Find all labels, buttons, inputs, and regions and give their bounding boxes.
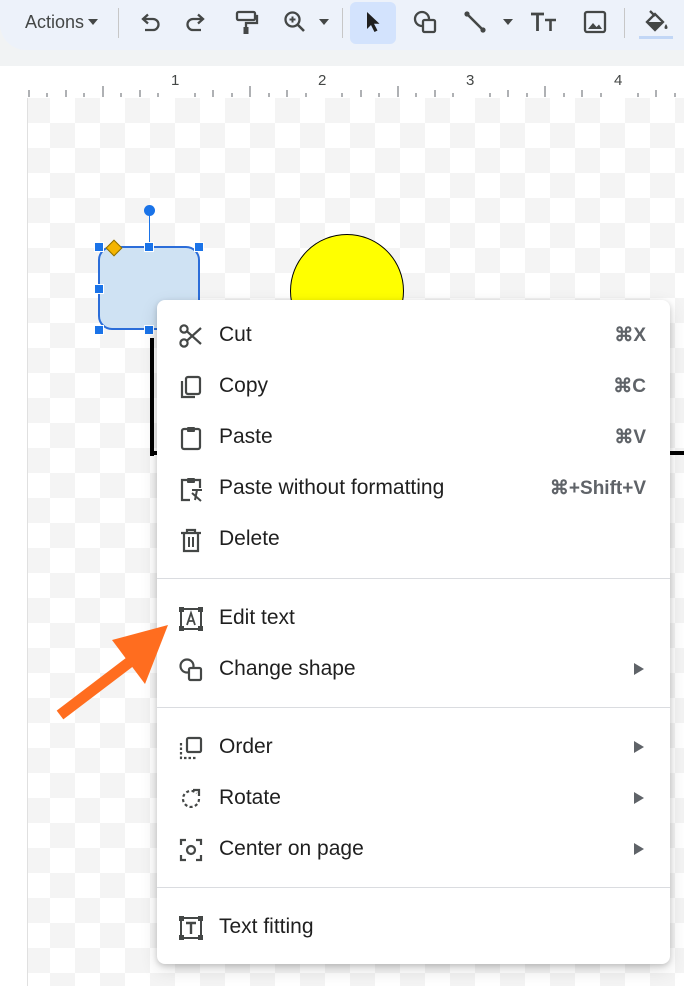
menu-item-label: Copy — [219, 374, 269, 397]
shortcut-label: ⌘X — [614, 325, 646, 346]
menu-item-label: Paste — [219, 425, 273, 448]
menu-item-cut[interactable]: Cut ⌘X — [157, 310, 670, 361]
undo-icon — [141, 13, 160, 32]
actions-label: Actions — [24, 11, 85, 32]
menu-item-label: Cut — [219, 323, 252, 346]
menu-divider — [157, 707, 670, 708]
center-icon — [179, 838, 203, 862]
toolbar: Actions — [0, 0, 684, 50]
select-tool-button[interactable] — [358, 0, 388, 44]
menu-item-text-fitting[interactable]: Text fitting — [157, 902, 670, 953]
text-box-icon — [531, 12, 556, 31]
undo-button[interactable] — [134, 0, 164, 44]
menu-item-center-on-page[interactable]: Center on page — [157, 824, 670, 875]
zoom-button[interactable] — [280, 0, 310, 44]
resize-handle-top-right[interactable] — [194, 242, 204, 252]
paint-format-button[interactable] — [231, 0, 261, 44]
toolbar-divider — [624, 8, 625, 38]
resize-handle-top[interactable] — [144, 242, 154, 252]
line-dropdown[interactable] — [500, 0, 516, 44]
context-menu: Cut ⌘X Copy ⌘C Paste ⌘V Paste without fo… — [157, 300, 670, 964]
zoom-dropdown[interactable] — [316, 0, 332, 44]
canvas-left-margin — [0, 98, 28, 986]
ruler-number: 1 — [171, 72, 180, 89]
clipboard-icon — [180, 427, 202, 451]
menu-item-label: Change shape — [219, 657, 356, 680]
shape-icon — [413, 10, 437, 34]
text-fitting-icon — [179, 916, 203, 940]
menu-item-change-shape[interactable]: Change shape — [157, 644, 670, 695]
shape-tool-button[interactable] — [410, 0, 440, 44]
menu-divider — [157, 578, 670, 579]
resize-handle-bottom-left[interactable] — [94, 325, 104, 335]
shortcut-label: ⌘+Shift+V — [549, 478, 646, 499]
redo-button[interactable] — [182, 0, 212, 44]
ruler-number: 2 — [318, 72, 327, 89]
ruler-ticks — [28, 86, 676, 97]
select-icon — [367, 12, 380, 32]
chevron-down-icon — [88, 19, 99, 25]
shortcut-label: ⌘C — [613, 376, 646, 397]
scissors-icon — [179, 324, 202, 348]
line-tool-button[interactable] — [460, 0, 490, 44]
trash-icon — [181, 528, 201, 553]
paint-format-icon — [235, 10, 259, 34]
menu-divider — [157, 887, 670, 888]
chevron-down-icon — [319, 19, 329, 25]
menu-item-label: Rotate — [219, 786, 281, 809]
menu-item-label: Edit text — [219, 606, 295, 629]
resize-handle-left[interactable] — [94, 284, 104, 294]
chevron-down-icon — [503, 19, 513, 25]
toolbar-divider — [118, 8, 119, 38]
black-line-shape[interactable] — [150, 338, 154, 456]
menu-item-paste-without-formatting[interactable]: Paste without formatting ⌘+Shift+V — [157, 463, 670, 514]
menu-item-label: Text fitting — [219, 915, 314, 938]
copy-icon — [180, 375, 202, 399]
menu-item-label: Delete — [219, 527, 280, 550]
menu-item-label: Center on page — [219, 837, 364, 860]
clipboard-clear-format-icon — [180, 478, 202, 502]
ruler-number: 3 — [466, 72, 475, 89]
toolbar-divider — [342, 8, 343, 38]
rotation-handle[interactable] — [144, 205, 155, 216]
menu-item-label: Paste without formatting — [219, 476, 445, 499]
menu-item-order[interactable]: Order — [157, 722, 670, 773]
menu-item-rotate[interactable]: Rotate — [157, 773, 670, 824]
menu-item-paste[interactable]: Paste ⌘V — [157, 412, 670, 463]
line-icon — [464, 11, 486, 33]
image-icon — [583, 10, 607, 34]
horizontal-ruler[interactable]: 1 2 3 4 — [0, 66, 684, 99]
redo-icon — [186, 13, 205, 32]
rotate-icon — [181, 788, 201, 808]
submenu-arrow-icon — [634, 843, 644, 855]
order-icon — [179, 736, 203, 760]
menu-item-label: Order — [219, 735, 273, 758]
fill-color-icon — [645, 10, 668, 32]
text-box-button[interactable] — [528, 0, 560, 44]
submenu-arrow-icon — [634, 792, 644, 804]
menu-item-delete[interactable]: Delete — [157, 514, 670, 565]
annotation-arrow-icon — [56, 625, 168, 720]
resize-handle-bottom[interactable] — [144, 325, 154, 335]
ruler-number: 4 — [614, 72, 623, 89]
resize-handle-top-left[interactable] — [94, 242, 104, 252]
menu-item-edit-text[interactable]: Edit text — [157, 593, 670, 644]
shortcut-label: ⌘V — [614, 427, 646, 448]
actions-menu-button[interactable]: Actions — [14, 0, 110, 44]
fill-color-swatch — [639, 36, 673, 39]
submenu-arrow-icon — [634, 741, 644, 753]
submenu-arrow-icon — [634, 663, 644, 675]
menu-item-copy[interactable]: Copy ⌘C — [157, 361, 670, 412]
image-button[interactable] — [580, 0, 610, 44]
zoom-icon — [284, 11, 305, 32]
